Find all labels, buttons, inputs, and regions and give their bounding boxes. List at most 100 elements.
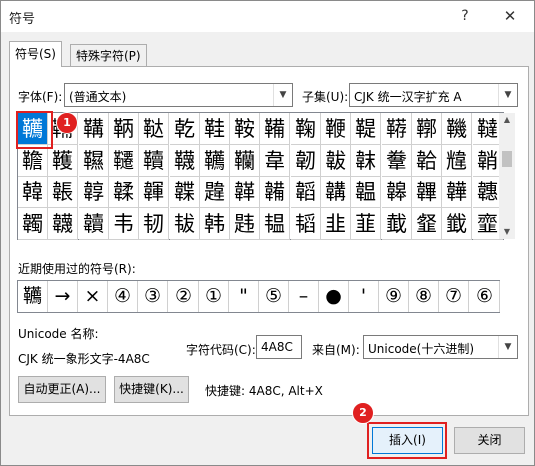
symbol-cell[interactable]: 韅: [79, 145, 109, 177]
recent-symbol-cell[interactable]: –: [289, 281, 319, 312]
help-button[interactable]: ?: [446, 3, 484, 30]
symbol-cell[interactable]: 韜: [291, 176, 321, 208]
chevron-down-icon[interactable]: ▼: [498, 84, 517, 106]
unicode-name-value: CJK 统一象形文字-4A8C: [18, 352, 150, 366]
symbol-cell[interactable]: 鞲: [79, 113, 109, 145]
recent-symbol-cell[interactable]: ⑦: [439, 281, 469, 312]
symbol-cell[interactable]: 鞮: [351, 113, 381, 145]
symbol-cell[interactable]: 韌: [291, 145, 321, 177]
close-button[interactable]: 关闭: [454, 427, 525, 454]
symbol-cell[interactable]: 韦: [109, 208, 139, 240]
recent-symbol-cell[interactable]: →: [48, 281, 78, 312]
symbol-cell[interactable]: 韩: [200, 208, 230, 240]
symbol-cell[interactable]: 韝: [321, 176, 351, 208]
scroll-down-icon[interactable]: ▼: [499, 225, 515, 239]
symbol-cell[interactable]: 韎: [351, 145, 381, 177]
symbol-cell[interactable]: 韫: [260, 208, 290, 240]
charcode-input[interactable]: 4A8C: [256, 335, 302, 359]
symbol-cell[interactable]: 韗: [139, 176, 169, 208]
recent-symbol-cell[interactable]: ●: [319, 281, 349, 312]
recent-symbol-cell[interactable]: ③: [138, 281, 168, 312]
symbol-cell[interactable]: 韙: [200, 176, 230, 208]
symbol-cell[interactable]: 乾: [170, 113, 200, 145]
recent-symbol-cell[interactable]: ⑨: [379, 281, 409, 312]
recent-symbol-cell[interactable]: ④: [108, 281, 138, 312]
chevron-down-icon[interactable]: ▼: [498, 336, 517, 358]
symbol-cell[interactable]: 韯: [382, 208, 412, 240]
font-label: 字体(F):: [18, 90, 63, 104]
symbol-cell[interactable]: 鞆: [109, 113, 139, 145]
symbol-cell[interactable]: 韤: [48, 208, 78, 240]
symbol-cell[interactable]: 韛: [260, 176, 290, 208]
recent-symbol-cell[interactable]: ⑧: [409, 281, 439, 312]
symbol-cell[interactable]: 韈: [170, 145, 200, 177]
grid-scrollbar[interactable]: ▲ ▼: [499, 113, 515, 239]
symbol-cell[interactable]: 韆: [109, 145, 139, 177]
shortcut-key-button[interactable]: 快捷键(K)...: [114, 376, 189, 403]
symbol-cell[interactable]: 韄: [48, 145, 78, 177]
tab-special-characters[interactable]: 特殊字符(P): [70, 44, 147, 68]
symbol-cell[interactable]: 韘: [170, 176, 200, 208]
symbol-cell[interactable]: 鞹: [412, 113, 442, 145]
annotation-badge-2: 2: [352, 402, 374, 424]
subset-select[interactable]: CJK 统一汉字扩充 A ▼: [349, 83, 518, 107]
symbol-cell[interactable]: 鞿: [442, 113, 472, 145]
symbol-cell[interactable]: 韨: [170, 208, 200, 240]
autocorrect-button[interactable]: 自动更正(A)...: [18, 376, 106, 403]
symbol-cell[interactable]: 韞: [351, 176, 381, 208]
symbol-cell[interactable]: 韣: [18, 208, 48, 240]
annotation-box-selected-symbol: [16, 111, 53, 149]
recent-symbol-cell[interactable]: ①: [199, 281, 229, 312]
scroll-thumb[interactable]: [502, 151, 512, 167]
symbol-cell[interactable]: 韑: [442, 145, 472, 177]
scroll-up-icon[interactable]: ▲: [499, 113, 515, 127]
symbol-cell[interactable]: 韬: [291, 208, 321, 240]
symbol-cell[interactable]: 鞑: [139, 113, 169, 145]
symbol-cell[interactable]: 鞍: [230, 113, 260, 145]
from-select[interactable]: Unicode(十六进制) ▼: [363, 335, 518, 359]
close-window-button[interactable]: ✕: [491, 3, 529, 30]
unicode-name-label: Unicode 名称:: [18, 327, 99, 341]
symbol-cell[interactable]: 韏: [382, 145, 412, 177]
symbol-cell[interactable]: 韓: [18, 176, 48, 208]
tab-symbols[interactable]: 符号(S): [9, 41, 62, 67]
recent-symbol-cell[interactable]: ②: [169, 281, 199, 312]
symbol-cell[interactable]: 韡: [442, 176, 472, 208]
symbol-cell[interactable]: 韂: [18, 145, 48, 177]
symbol-cell[interactable]: 鞠: [291, 113, 321, 145]
symbol-cell[interactable]: 韥: [79, 208, 109, 240]
symbol-cell[interactable]: 韮: [351, 208, 381, 240]
recent-symbol-cell[interactable]: ": [229, 281, 259, 312]
chevron-down-icon[interactable]: ▼: [273, 84, 292, 106]
symbol-cell[interactable]: 韐: [412, 145, 442, 177]
symbol-cell[interactable]: 韰: [412, 208, 442, 240]
symbol-cell[interactable]: 韊: [230, 145, 260, 177]
font-select[interactable]: (普通文本) ▼: [64, 83, 293, 107]
symbol-cell[interactable]: 韧: [139, 208, 169, 240]
symbol-cell[interactable]: 韟: [382, 176, 412, 208]
recent-symbol-cell[interactable]: 韉: [18, 281, 48, 312]
symbol-cell[interactable]: 韠: [412, 176, 442, 208]
symbol-cell[interactable]: 韍: [321, 145, 351, 177]
symbol-cell[interactable]: 韕: [79, 176, 109, 208]
symbol-cell[interactable]: 韖: [109, 176, 139, 208]
symbol-cell[interactable]: 韱: [442, 208, 472, 240]
symbol-cell[interactable]: 韚: [230, 176, 260, 208]
symbol-cell[interactable]: 鞭: [321, 113, 351, 145]
symbol-cell[interactable]: 韇: [139, 145, 169, 177]
recent-symbol-cell[interactable]: ': [349, 281, 379, 312]
recent-symbol-cell[interactable]: ⑤: [259, 281, 289, 312]
recent-symbol-cell[interactable]: ×: [78, 281, 108, 312]
symbol-cell[interactable]: 韉: [200, 145, 230, 177]
symbol-cell[interactable]: 鞴: [260, 113, 290, 145]
recent-symbol-cell[interactable]: ⑥: [470, 281, 500, 312]
symbol-cell[interactable]: 韔: [48, 176, 78, 208]
symbol-cell[interactable]: 韋: [260, 145, 290, 177]
symbol-cell[interactable]: 韪: [230, 208, 260, 240]
from-label: 来自(M):: [312, 343, 360, 357]
annotation-badge-1: 1: [56, 112, 78, 134]
symbol-cell[interactable]: 鞋: [200, 113, 230, 145]
title-bar: 符号 ? ✕: [1, 1, 534, 32]
symbol-cell[interactable]: 鞯: [382, 113, 412, 145]
symbol-cell[interactable]: 韭: [321, 208, 351, 240]
